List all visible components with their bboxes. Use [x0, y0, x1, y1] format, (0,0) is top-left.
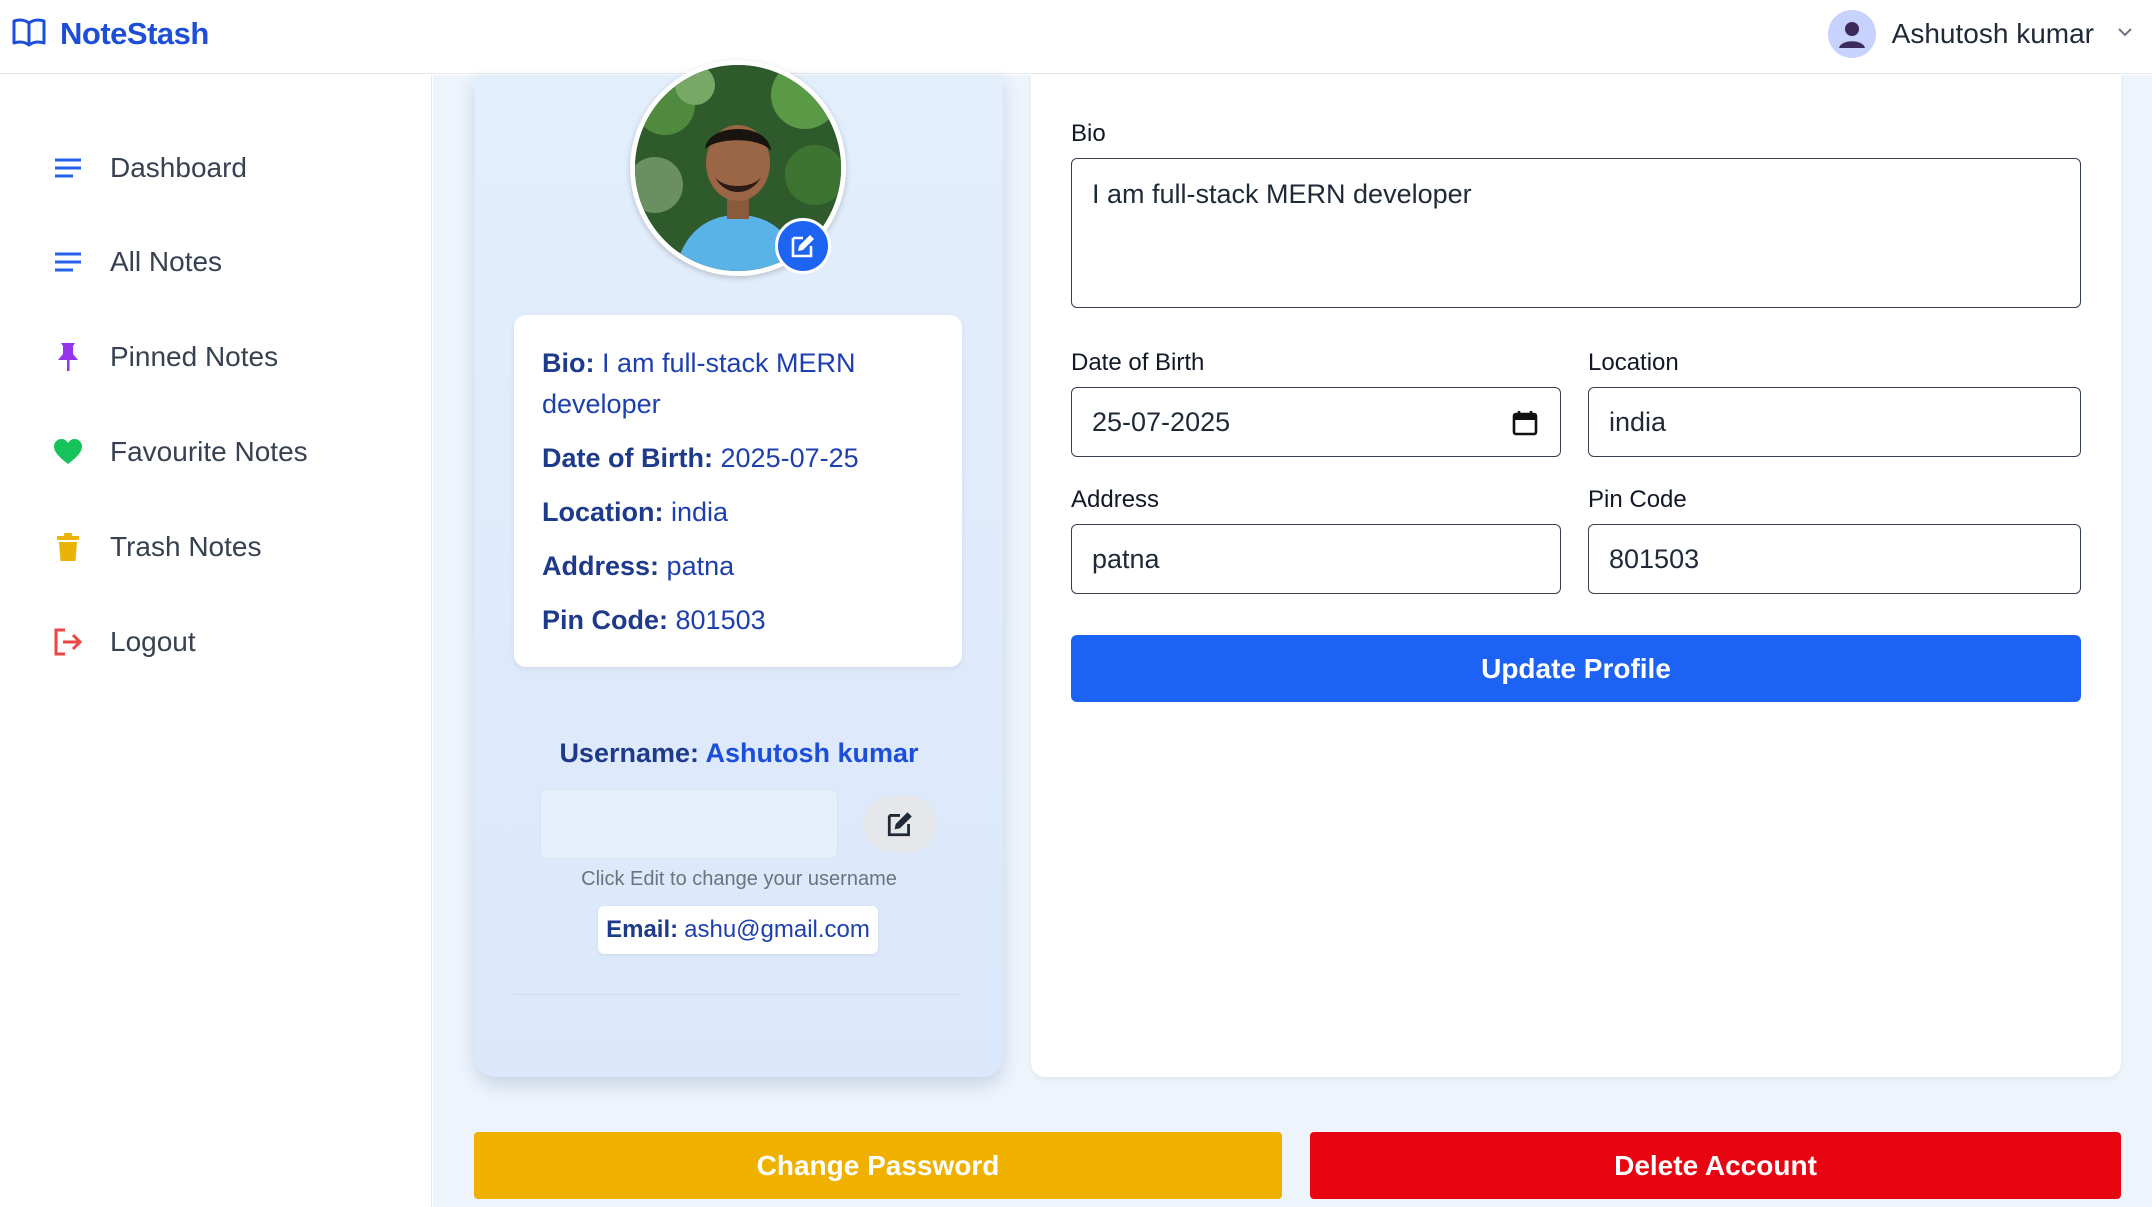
- dob-value: 25-07-2025: [1092, 406, 1231, 437]
- top-header: NoteStash Ashutosh kumar: [0, 0, 2152, 74]
- sidebar: Dashboard All Notes Pinned Notes Favouri…: [0, 75, 432, 1207]
- profile-info-box: Bio: I am full-stack MERN developer Date…: [514, 315, 962, 667]
- dob-label: Date of Birth: [1071, 349, 1205, 376]
- location-label: Location: [1588, 349, 1679, 376]
- address-input[interactable]: patna: [1071, 524, 1561, 594]
- info-bio: Bio: I am full-stack MERN developer: [542, 348, 856, 419]
- avatar: [1827, 10, 1876, 58]
- divider: [514, 994, 962, 995]
- sidebar-item-label: Logout: [110, 626, 196, 657]
- trash-icon: [52, 531, 84, 563]
- pin-code-label: Pin Code: [1588, 486, 1687, 513]
- sidebar-item-label: Favourite Notes: [110, 436, 308, 467]
- calendar-icon[interactable]: [1512, 410, 1538, 443]
- bio-textarea[interactable]: I am full-stack MERN developer: [1071, 158, 2081, 308]
- username-hint: Click Edit to change your username: [581, 868, 897, 890]
- info-dob: Date of Birth: 2025-07-25: [542, 443, 859, 473]
- sidebar-item-label: Pinned Notes: [110, 341, 279, 372]
- logout-icon: [52, 626, 84, 658]
- lines-icon: [52, 152, 84, 184]
- pin-code-input[interactable]: 801503: [1588, 524, 2081, 594]
- sidebar-item-label: Trash Notes: [110, 531, 262, 562]
- info-address: Address: patna: [542, 551, 735, 581]
- heart-icon: [52, 436, 84, 468]
- username-input[interactable]: [540, 789, 838, 859]
- user-menu[interactable]: Ashutosh kumar: [1827, 10, 2134, 58]
- brand[interactable]: NoteStash: [12, 16, 209, 52]
- sidebar-item-favourite-notes[interactable]: Favourite Notes: [52, 427, 308, 477]
- sidebar-item-label: Dashboard: [110, 152, 247, 183]
- sidebar-item-label: All Notes: [110, 246, 223, 277]
- address-label: Address: [1071, 486, 1160, 513]
- location-input[interactable]: india: [1588, 387, 2081, 457]
- pin-icon: [52, 341, 84, 373]
- sidebar-item-pinned-notes[interactable]: Pinned Notes: [52, 332, 278, 382]
- edit-username-button[interactable]: [863, 796, 937, 852]
- bio-label: Bio: [1071, 120, 1106, 147]
- sidebar-item-dashboard[interactable]: Dashboard: [52, 143, 247, 193]
- sidebar-item-logout[interactable]: Logout: [52, 617, 196, 667]
- book-icon: [12, 17, 46, 52]
- username-display: Username: Ashutosh kumar: [559, 738, 919, 768]
- update-profile-button[interactable]: Update Profile: [1071, 635, 2081, 702]
- app-name: NoteStash: [60, 16, 209, 51]
- dob-input[interactable]: 25-07-2025: [1071, 387, 1561, 457]
- info-location: Location: india: [542, 497, 729, 527]
- chevron-down-icon: [2116, 25, 2134, 43]
- user-name: Ashutosh kumar: [1891, 18, 2094, 49]
- sidebar-item-all-notes[interactable]: All Notes: [52, 237, 222, 287]
- lines-icon: [52, 246, 84, 278]
- delete-account-button[interactable]: Delete Account: [1310, 1132, 2121, 1199]
- info-pin-code: Pin Code: 801503: [542, 605, 766, 635]
- email-badge: Email: ashu@gmail.com: [598, 906, 878, 954]
- sidebar-item-trash-notes[interactable]: Trash Notes: [52, 522, 261, 572]
- change-password-button[interactable]: Change Password: [474, 1132, 1282, 1199]
- edit-photo-button[interactable]: [775, 218, 831, 274]
